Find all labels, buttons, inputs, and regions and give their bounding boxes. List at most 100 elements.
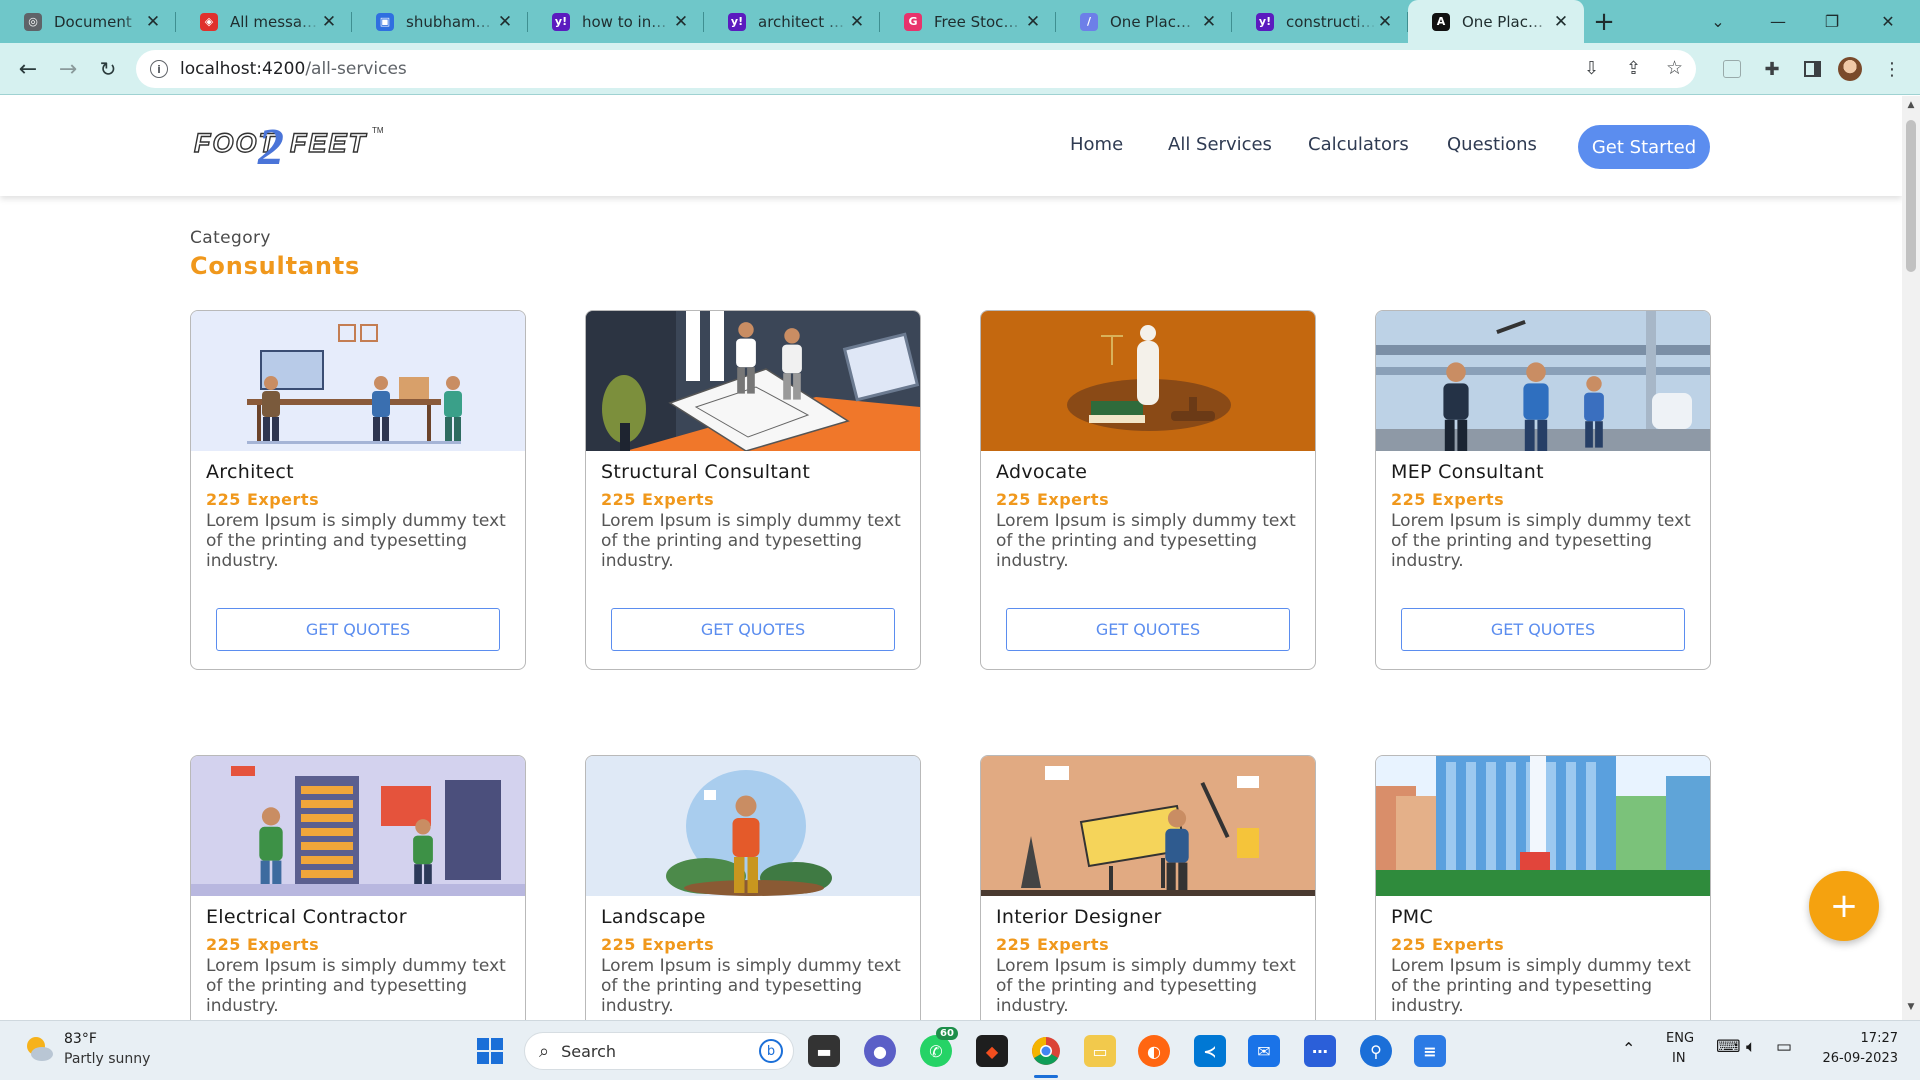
nav-home[interactable]: Home bbox=[1070, 134, 1123, 155]
service-card[interactable]: Advocate 225 Experts Lorem Ipsum is simply… bbox=[980, 310, 1316, 670]
scroll-up-arrow-icon[interactable]: ▲ bbox=[1902, 100, 1920, 110]
electrical-illustration bbox=[191, 756, 525, 896]
tray-overflow-chevron-icon[interactable]: ⌃ bbox=[1622, 1039, 1635, 1058]
clock-time[interactable]: 17:27 bbox=[1818, 1031, 1898, 1046]
get-quotes-button[interactable]: GET QUOTES bbox=[216, 608, 500, 651]
service-card[interactable]: PMC 225 Experts Lorem Ipsum is simply dumm… bbox=[1375, 755, 1711, 1020]
nav-all-services[interactable]: All Services bbox=[1168, 134, 1272, 155]
firefox-icon[interactable]: ◐ bbox=[1138, 1035, 1170, 1067]
weather-sun-icon[interactable] bbox=[24, 1034, 54, 1064]
network-icon[interactable]: ⌨ bbox=[1716, 1037, 1741, 1057]
get-quotes-button[interactable]: GET QUOTES bbox=[1006, 608, 1290, 651]
service-card[interactable]: MEP Consultant 225 Experts Lorem Ipsum is … bbox=[1375, 310, 1711, 670]
browser-tab[interactable]: A One Place Pla✕ bbox=[1408, 0, 1584, 43]
tab-close-icon[interactable]: ✕ bbox=[144, 12, 162, 32]
extension-pin-icon[interactable] bbox=[1720, 57, 1744, 81]
tab-close-icon[interactable]: ✕ bbox=[1376, 12, 1394, 32]
chrome-icon[interactable] bbox=[1030, 1035, 1062, 1078]
advocate-illustration bbox=[981, 311, 1315, 451]
restore-icon[interactable]: ❐ bbox=[1802, 0, 1862, 43]
forward-arrow-icon[interactable]: → bbox=[54, 55, 82, 83]
site-info-icon[interactable]: i bbox=[150, 60, 168, 78]
file-explorer-icon[interactable]: ▭ bbox=[1084, 1035, 1116, 1067]
add-fab-button[interactable]: + bbox=[1809, 871, 1879, 941]
get-quotes-button[interactable]: GET QUOTES bbox=[611, 608, 895, 651]
tab-close-icon[interactable]: ✕ bbox=[320, 12, 338, 32]
share-icon[interactable]: ⇪ bbox=[1626, 58, 1641, 79]
maps-pin-icon[interactable]: ⚲ bbox=[1360, 1035, 1392, 1067]
tab-title: how to instal bbox=[582, 12, 672, 31]
browser-tab[interactable]: ◈ All messages ✕ bbox=[176, 0, 352, 43]
tab-close-icon[interactable]: ✕ bbox=[848, 12, 866, 32]
address-bar[interactable]: i localhost:4200/all-services ⇩ ⇪ ☆ bbox=[136, 50, 1696, 88]
scroll-down-arrow-icon[interactable]: ▼ bbox=[1902, 1002, 1920, 1012]
vscode-icon[interactable]: ≺ bbox=[1194, 1035, 1226, 1067]
service-card[interactable]: Structural Consultant 225 Experts Lorem Ip… bbox=[585, 310, 921, 670]
logo-text-two: 2 bbox=[258, 119, 284, 176]
tab-close-icon[interactable]: ✕ bbox=[496, 12, 514, 32]
landscape-illustration bbox=[586, 756, 920, 896]
service-card[interactable]: Interior Designer 225 Experts Lorem Ipsum … bbox=[980, 755, 1316, 1020]
browser-tab[interactable]: G Free Stock Ph✕ bbox=[880, 0, 1056, 43]
mail-icon[interactable]: ✉ bbox=[1248, 1035, 1280, 1067]
browser-menu-icon[interactable]: ⋮ bbox=[1880, 57, 1904, 81]
tab-close-icon[interactable]: ✕ bbox=[1200, 12, 1218, 32]
service-card[interactable]: Landscape 225 Experts Lorem Ipsum is simpl… bbox=[585, 755, 921, 1020]
card-description: Lorem Ipsum is simply dummy text of the … bbox=[1391, 956, 1691, 1016]
service-card[interactable]: Electrical Contractor 225 Experts Lorem Ip… bbox=[190, 755, 526, 1020]
browser-tab[interactable]: y! how to instal ✕ bbox=[528, 0, 704, 43]
nav-questions[interactable]: Questions bbox=[1447, 134, 1537, 155]
card-experts-count: 225 Experts bbox=[206, 935, 320, 954]
volume-icon[interactable]: 🔈︎ bbox=[1746, 1037, 1756, 1057]
browser-tab[interactable]: ▣ shubham-tec ✕ bbox=[352, 0, 528, 43]
get-quotes-button[interactable]: GET QUOTES bbox=[1401, 608, 1685, 651]
clock-date[interactable]: 26-09-2023 bbox=[1808, 1051, 1898, 1066]
figma-icon[interactable]: ◆ bbox=[976, 1035, 1008, 1067]
close-window-icon[interactable]: ✕ bbox=[1858, 0, 1918, 43]
bookmark-star-icon[interactable]: ☆ bbox=[1666, 57, 1683, 79]
service-card[interactable]: Architect 225 Experts Lorem Ipsum is simpl… bbox=[190, 310, 526, 670]
reload-icon[interactable]: ↻ bbox=[94, 55, 122, 83]
feedback-icon[interactable]: ⋯ bbox=[1304, 1035, 1336, 1067]
browser-tab[interactable]: y! architect imag✕ bbox=[704, 0, 880, 43]
card-experts-count: 225 Experts bbox=[206, 490, 320, 509]
card-description: Lorem Ipsum is simply dummy text of the … bbox=[206, 511, 506, 571]
taskbar-search-box[interactable]: ⌕ Search b bbox=[524, 1032, 794, 1070]
back-arrow-icon[interactable]: ← bbox=[14, 55, 42, 83]
card-title: Interior Designer bbox=[996, 906, 1162, 928]
side-panel-icon[interactable] bbox=[1800, 57, 1824, 81]
card-title: Landscape bbox=[601, 906, 706, 928]
minimize-icon[interactable]: — bbox=[1748, 0, 1808, 43]
card-description: Lorem Ipsum is simply dummy text of the … bbox=[206, 956, 506, 1016]
tab-close-icon[interactable]: ✕ bbox=[1024, 12, 1042, 32]
tab-title: construction bbox=[1286, 12, 1376, 31]
language-code[interactable]: ENG bbox=[1666, 1031, 1694, 1046]
whatsapp-badge: 60 bbox=[936, 1027, 958, 1040]
install-app-icon[interactable]: ⇩ bbox=[1584, 58, 1599, 79]
tab-close-icon[interactable]: ✕ bbox=[1552, 12, 1570, 32]
card-title: Advocate bbox=[996, 461, 1088, 483]
new-tab-button[interactable]: + bbox=[1584, 0, 1624, 43]
tab-close-icon[interactable]: ✕ bbox=[672, 12, 690, 32]
browser-tab[interactable]: / One Place Pla✕ bbox=[1056, 0, 1232, 43]
notepad-icon[interactable]: ≡ bbox=[1414, 1035, 1446, 1067]
teams-chat-icon[interactable]: ● bbox=[864, 1035, 896, 1067]
windows-start-icon[interactable] bbox=[474, 1035, 506, 1067]
battery-icon[interactable]: ▭ bbox=[1776, 1037, 1792, 1057]
whatsapp-icon[interactable]: ✆ 60 bbox=[920, 1027, 958, 1067]
nav-calculators[interactable]: Calculators bbox=[1308, 134, 1409, 155]
card-title: MEP Consultant bbox=[1391, 461, 1544, 483]
extensions-puzzle-icon[interactable]: ✚ bbox=[1760, 57, 1784, 81]
tab-search-icon[interactable]: ⌄ bbox=[1688, 0, 1748, 43]
browser-tab[interactable]: y! construction ✕ bbox=[1232, 0, 1408, 43]
browser-tab[interactable]: ◎ Document ✕ bbox=[0, 0, 176, 43]
region-code[interactable]: IN bbox=[1672, 1051, 1686, 1066]
scrollbar-thumb[interactable] bbox=[1906, 120, 1916, 272]
footfeet-logo[interactable]: FOOT 2 FEET TM bbox=[193, 118, 394, 176]
get-started-button[interactable]: Get Started bbox=[1578, 125, 1710, 169]
page-scrollbar[interactable]: ▲ ▼ bbox=[1902, 96, 1920, 1020]
bing-icon[interactable]: b bbox=[759, 1039, 783, 1063]
profile-avatar[interactable] bbox=[1838, 57, 1862, 81]
task-view-icon[interactable]: ▬ bbox=[808, 1035, 840, 1067]
tab-favicon-icon: G bbox=[904, 12, 922, 31]
